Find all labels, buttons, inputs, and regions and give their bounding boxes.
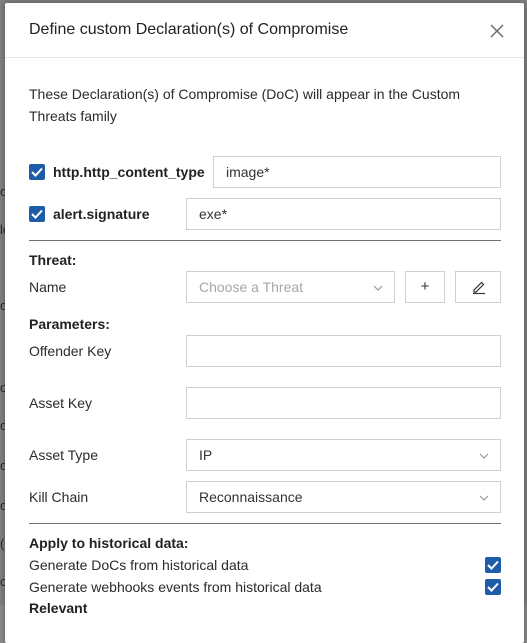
chevron-down-icon [373,285,383,291]
pencil-icon [473,281,485,295]
section-divider [29,240,501,241]
checkmark-icon [487,582,499,592]
generate-docs-checkbox[interactable] [485,557,501,573]
generate-webhooks-label: Generate webhooks events from historical… [29,579,322,595]
parameters-heading: Parameters: [29,316,110,332]
asset-key-input[interactable] [186,387,501,419]
kill-chain-value: Reconnaissance [199,489,303,505]
chevron-down-icon [479,453,489,459]
chevron-down-icon [479,495,489,501]
close-button[interactable] [485,19,509,43]
condition-2-field: alert.signature [53,206,150,222]
offender-key-input[interactable] [186,335,501,367]
condition-2-value-input[interactable]: exe* [186,198,501,230]
threat-name-select[interactable]: Choose a Threat [186,271,395,303]
relevant-heading: Relevant [29,600,88,616]
condition-1-checkbox[interactable] [29,164,45,180]
modal-title: Define custom Declaration(s) of Compromi… [29,21,349,38]
asset-type-value: IP [199,447,213,463]
generate-docs-label: Generate DoCs from historical data [29,557,249,573]
asset-type-select[interactable]: IP [186,439,501,471]
close-icon [490,24,504,38]
add-threat-button[interactable]: + [405,271,445,303]
condition-1-value-input[interactable]: image* [213,156,501,188]
threat-name-label: Name [29,279,67,295]
kill-chain-select[interactable]: Reconnaissance [186,481,501,513]
modal-header: Define custom Declaration(s) of Compromi… [5,3,524,58]
checkmark-icon [487,560,499,570]
threat-name-placeholder: Choose a Threat [199,279,304,295]
kill-chain-label: Kill Chain [29,489,89,505]
modal-intro-text: These Declaration(s) of Compromise (DoC)… [29,86,461,124]
background-text: ( [0,536,5,551]
edit-threat-button[interactable] [455,271,501,303]
asset-key-label: Asset Key [29,395,93,411]
condition-1-field: http.http_content_type [53,164,205,180]
generate-webhooks-checkbox[interactable] [485,579,501,595]
checkmark-icon [31,209,43,219]
checkmark-icon [31,167,43,177]
offender-key-label: Offender Key [29,343,112,359]
historical-heading: Apply to historical data: [29,535,189,551]
asset-type-label: Asset Type [29,447,99,463]
threat-heading: Threat: [29,252,77,268]
condition-2-checkbox[interactable] [29,206,45,222]
section-divider [29,523,501,524]
doc-modal: Define custom Declaration(s) of Compromi… [5,3,524,643]
